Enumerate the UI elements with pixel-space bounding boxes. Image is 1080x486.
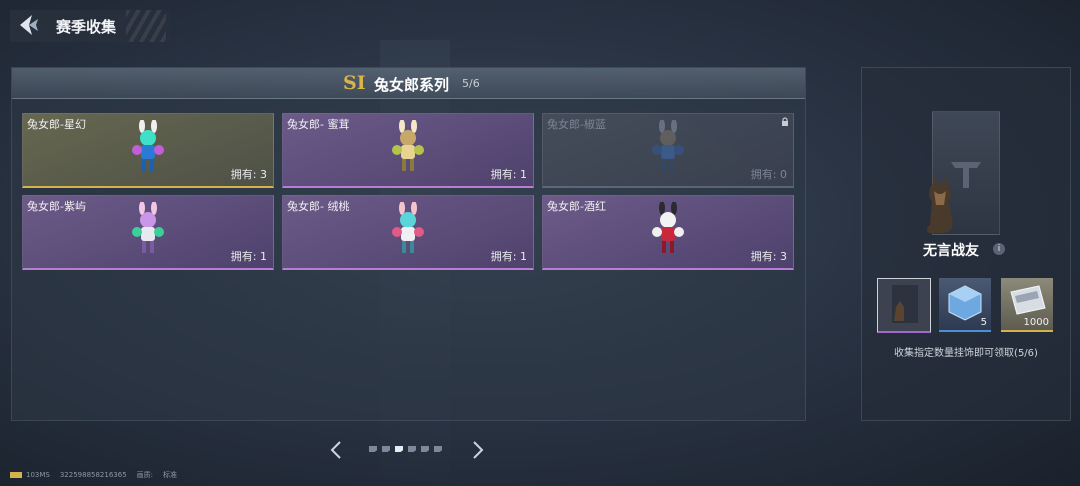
reward-panel: 无言战友 i 5 1000 收集指定数量挂饰即可领取(5/6) (861, 67, 1071, 421)
page-dot[interactable] (421, 446, 429, 452)
collection-card[interactable]: 兔女郎-酒红 拥有: 3 (542, 195, 794, 270)
battery-icon (10, 472, 22, 478)
series-title: 兔女郎系列 (374, 76, 450, 94)
bunny-charm-figure-icon (132, 120, 164, 171)
slot-qty: 5 (980, 317, 987, 328)
collection-card[interactable]: 兔女郎-椒蓝 拥有: 0 (542, 113, 794, 188)
bunny-charm-figure-icon (392, 202, 424, 253)
dog-companion-icon (927, 174, 953, 233)
owned-count: 拥有: 3 (230, 168, 267, 181)
collection-card[interactable]: 兔女郎-紫屿 拥有: 1 (22, 195, 274, 270)
page-title: 赛季收集 (56, 18, 117, 36)
card-name: 兔女郎-紫屿 (27, 200, 86, 213)
stripes-decoration (126, 10, 166, 42)
back-button[interactable] (18, 12, 48, 42)
reward-slot-dog[interactable] (877, 278, 931, 333)
collection-card[interactable]: 兔女郎- 蜜茸 拥有: 1 (282, 113, 534, 188)
next-page-arrow-icon[interactable] (470, 440, 486, 460)
page-dot-active[interactable] (395, 446, 403, 452)
bunny-charm-figure-icon (652, 120, 684, 171)
page-dot[interactable] (369, 446, 377, 452)
prev-page-arrow-icon[interactable] (328, 440, 344, 460)
page-dot[interactable] (408, 446, 416, 452)
quality-value: 标准 (163, 471, 178, 479)
owned-count: 拥有: 1 (490, 168, 527, 181)
reward-name: 无言战友 (923, 243, 979, 259)
owned-count: 拥有: 1 (230, 250, 267, 263)
quality-label: 画质: (136, 471, 154, 479)
lock-icon (782, 117, 788, 126)
reward-requirement-text: 收集指定数量挂饰即可领取(5/6) (894, 348, 1038, 359)
panel-header: SI 兔女郎系列 5/6 (12, 68, 805, 99)
page-dot[interactable] (434, 446, 442, 452)
series-count: 5/6 (462, 77, 480, 90)
back-arrow-icon (20, 15, 38, 35)
collection-card[interactable]: 兔女郎-星幻 拥有: 3 (22, 113, 274, 188)
card-name: 兔女郎-星幻 (27, 118, 86, 131)
owned-count: 拥有: 1 (490, 250, 527, 263)
card-name: 兔女郎-酒红 (547, 200, 606, 213)
bunny-charm-figure-icon (652, 202, 684, 253)
ping-text: 103MS (26, 471, 50, 479)
bunny-charm-figure-icon (132, 202, 164, 253)
card-name: 兔女郎-椒蓝 (547, 118, 606, 131)
page-dot[interactable] (382, 446, 390, 452)
status-footer: 103MS 322598858216365 画质: 标准 (10, 470, 187, 480)
reward-slot-crate[interactable]: 5 (939, 278, 991, 332)
slot-qty: 1000 (1023, 317, 1049, 328)
uid-text: 322598858216365 (59, 471, 127, 479)
dog-portrait-icon (892, 285, 918, 323)
card-name: 兔女郎- 蜜茸 (287, 118, 350, 131)
season-mark: SI (343, 72, 366, 94)
info-icon[interactable]: i (993, 243, 1005, 255)
collection-card[interactable]: 兔女郎- 绒桃 拥有: 1 (282, 195, 534, 270)
card-name: 兔女郎- 绒桃 (287, 200, 350, 213)
bunny-charm-figure-icon (392, 120, 424, 171)
owned-count: 拥有: 0 (750, 168, 787, 181)
owned-count: 拥有: 3 (750, 250, 787, 263)
reward-slot-ticket[interactable]: 1000 (1001, 278, 1053, 332)
